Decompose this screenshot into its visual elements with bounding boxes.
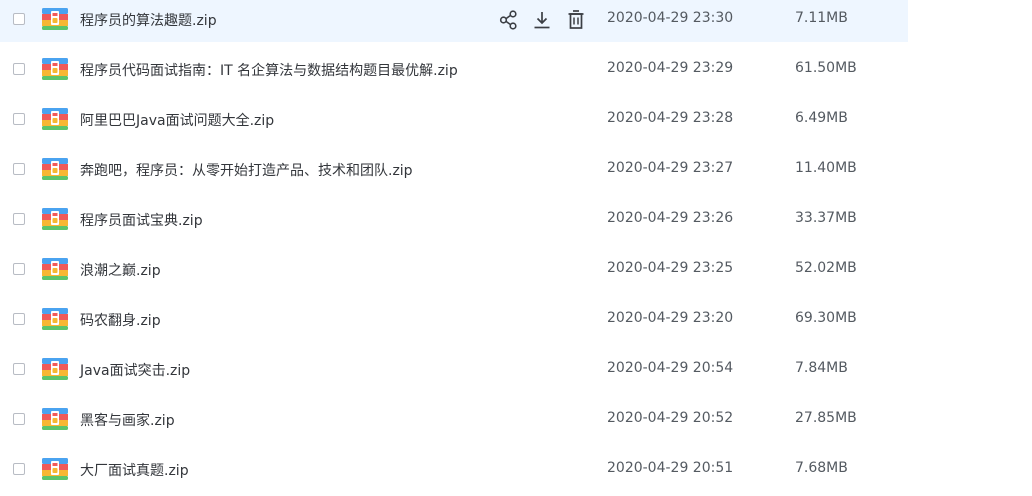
delete-icon[interactable] [565,9,587,31]
file-name-link[interactable]: Java面试突击.zip [80,360,190,380]
file-name-link[interactable]: 浪潮之巅.zip [80,260,161,280]
row-checkbox[interactable] [13,413,25,425]
row-checkbox[interactable] [13,313,25,325]
file-modified-date: 2020-04-29 20:54 [607,360,734,376]
zip-archive-icon [42,408,68,430]
row-checkbox[interactable] [13,263,25,275]
file-modified-date: 2020-04-29 23:28 [607,110,734,126]
file-name-link[interactable]: 大厂面试真题.zip [80,460,189,480]
file-size: 7.11MB [795,10,848,26]
zip-archive-icon [42,108,68,130]
file-name-link[interactable]: 程序员面试宝典.zip [80,210,203,230]
file-modified-date: 2020-04-29 23:30 [607,10,734,26]
file-row[interactable]: 黑客与画家.zip 2020-04-29 20:52 27.85MB [0,400,908,440]
row-checkbox[interactable] [13,63,25,75]
share-icon[interactable] [498,9,520,31]
file-size: 7.68MB [795,460,848,476]
row-checkbox[interactable] [13,363,25,375]
file-name-link[interactable]: 码农翻身.zip [80,310,161,330]
file-size: 33.37MB [795,210,857,226]
file-row[interactable]: 程序员面试宝典.zip 2020-04-29 23:26 33.37MB [0,200,908,240]
file-size: 6.49MB [795,110,848,126]
file-size: 52.02MB [795,260,857,276]
file-name-link[interactable]: 奔跑吧，程序员：从零开始打造产品、技术和团队.zip [80,160,413,180]
file-row[interactable]: 码农翻身.zip 2020-04-29 23:20 69.30MB [0,300,908,340]
file-row[interactable]: Java面试突击.zip 2020-04-29 20:54 7.84MB [0,350,908,390]
file-row[interactable]: 程序员代码面试指南：IT 名企算法与数据结构题目最优解.zip 2020-04-2… [0,50,908,90]
file-size: 27.85MB [795,410,857,426]
file-size: 7.84MB [795,360,848,376]
zip-archive-icon [42,58,68,80]
file-name-link[interactable]: 黑客与画家.zip [80,410,175,430]
file-modified-date: 2020-04-29 23:29 [607,60,734,76]
row-checkbox[interactable] [13,213,25,225]
file-modified-date: 2020-04-29 23:25 [607,260,734,276]
file-size: 61.50MB [795,60,857,76]
file-modified-date: 2020-04-29 20:52 [607,410,734,426]
zip-archive-icon [42,258,68,280]
zip-archive-icon [42,458,68,480]
file-list: 程序员的算法趣题.zip 2020-04-29 23:30 7.11MB 程序员代码面… [0,0,1032,496]
file-row[interactable]: 奔跑吧，程序员：从零开始打造产品、技术和团队.zip 2020-04-29 23:… [0,150,908,190]
file-size: 11.40MB [795,160,857,176]
file-name-link[interactable]: 程序员的算法趣题.zip [80,10,217,30]
zip-archive-icon [42,158,68,180]
zip-archive-icon [42,308,68,330]
file-modified-date: 2020-04-29 20:51 [607,460,734,476]
row-checkbox[interactable] [13,463,25,475]
file-size: 69.30MB [795,310,857,326]
file-name-link[interactable]: 阿里巴巴Java面试问题大全.zip [80,110,274,130]
zip-archive-icon [42,208,68,230]
file-modified-date: 2020-04-29 23:20 [607,310,734,326]
zip-archive-icon [42,8,68,30]
row-checkbox[interactable] [13,163,25,175]
row-checkbox[interactable] [13,13,25,25]
file-row[interactable]: 阿里巴巴Java面试问题大全.zip 2020-04-29 23:28 6.49MB [0,100,908,140]
zip-archive-icon [42,358,68,380]
file-row[interactable]: 浪潮之巅.zip 2020-04-29 23:25 52.02MB [0,250,908,290]
file-modified-date: 2020-04-29 23:26 [607,210,734,226]
row-checkbox[interactable] [13,113,25,125]
file-modified-date: 2020-04-29 23:27 [607,160,734,176]
file-row[interactable]: 程序员的算法趣题.zip 2020-04-29 23:30 7.11MB [0,0,908,42]
file-row[interactable]: 大厂面试真题.zip 2020-04-29 20:51 7.68MB [0,450,908,490]
download-icon[interactable] [531,9,553,31]
file-name-link[interactable]: 程序员代码面试指南：IT 名企算法与数据结构题目最优解.zip [80,60,458,80]
